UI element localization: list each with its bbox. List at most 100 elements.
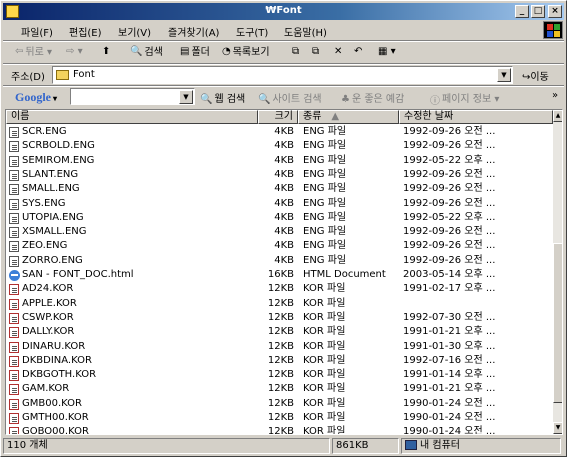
address-input[interactable]: Font ▼ bbox=[52, 66, 513, 84]
file-modified: 1992-07-16 오전 ... bbox=[403, 354, 496, 366]
file-row[interactable]: SCRBOLD.ENG 4KB ENG 파일 1992-09-26 오전 ... bbox=[6, 139, 551, 153]
address-dropdown-button[interactable]: ▼ bbox=[497, 68, 511, 82]
back-button[interactable]: ⇦ 뒤로 ▾ bbox=[15, 44, 52, 60]
delete-button[interactable]: ✕ bbox=[334, 44, 342, 60]
page-info-button[interactable]: ⓘ 페이지 정보 ▾ bbox=[430, 90, 499, 107]
file-type: KOR 파일 bbox=[303, 297, 346, 309]
file-row[interactable]: DKBGOTH.KOR 12KB KOR 파일 1991-01-14 오후 ... bbox=[6, 368, 551, 382]
google-search-input[interactable]: ▼ bbox=[70, 88, 195, 105]
menu-view[interactable]: 보기(V) bbox=[118, 24, 151, 39]
file-size: 12KB bbox=[267, 412, 294, 423]
file-icon bbox=[9, 384, 19, 396]
up-folder-button[interactable]: ⬆ bbox=[102, 44, 110, 60]
menu-favorites[interactable]: 즐겨찾기(A) bbox=[168, 24, 219, 39]
file-name: GOBO00.KOR bbox=[22, 426, 89, 435]
file-icon bbox=[9, 212, 19, 224]
file-row[interactable]: SYS.ENG 4KB ENG 파일 1992-09-26 오전 ... bbox=[6, 197, 551, 211]
file-size: 4KB bbox=[274, 254, 294, 266]
move-to-button[interactable]: ⧉ bbox=[292, 44, 299, 60]
search-button[interactable]: 🔍 검색 bbox=[130, 44, 163, 60]
file-row[interactable]: APPLE.KOR 12KB KOR 파일 bbox=[6, 297, 551, 311]
file-row[interactable]: DALLY.KOR 12KB KOR 파일 1991-01-21 오후 ... bbox=[6, 325, 551, 339]
more-chevron-icon[interactable]: » bbox=[552, 90, 558, 101]
file-size: 4KB bbox=[274, 168, 294, 180]
file-size: 12KB bbox=[267, 369, 294, 381]
file-row[interactable]: GMB00.KOR 12KB KOR 파일 1990-01-24 오전 ... bbox=[6, 397, 551, 411]
file-modified: 2003-05-14 오후 ... bbox=[403, 269, 496, 280]
close-button[interactable]: × bbox=[548, 5, 562, 18]
scroll-up-button[interactable]: ▲ bbox=[553, 110, 562, 122]
file-type: ENG 파일 bbox=[303, 183, 347, 195]
scroll-down-button[interactable]: ▼ bbox=[553, 422, 562, 434]
file-row[interactable]: DKBDINA.KOR 12KB KOR 파일 1992-07-16 오전 ... bbox=[6, 354, 551, 368]
file-row[interactable]: UTOPIA.ENG 4KB ENG 파일 1992-05-22 오후 ... bbox=[6, 211, 551, 225]
web-search-button[interactable]: 🔍 웹 검색 bbox=[200, 90, 245, 106]
file-name: DKBDINA.KOR bbox=[22, 354, 92, 366]
file-type: ENG 파일 bbox=[303, 140, 347, 152]
file-type: HTML Document bbox=[303, 269, 386, 280]
file-icon bbox=[9, 127, 19, 138]
file-type: KOR 파일 bbox=[303, 397, 346, 409]
views-icon: ▦ bbox=[378, 46, 388, 57]
copy-to-button[interactable]: ⧉ bbox=[312, 44, 319, 60]
go-button[interactable]: ↪이동 bbox=[522, 68, 549, 83]
file-modified: 1992-09-26 오전 ... bbox=[403, 254, 496, 266]
file-row[interactable]: ZORRO.ENG 4KB ENG 파일 1992-09-26 오전 ... bbox=[6, 254, 551, 268]
menu-help[interactable]: 도움말(H) bbox=[284, 24, 327, 39]
file-size: 4KB bbox=[274, 154, 294, 166]
feeling-lucky-button[interactable]: ♣ 운 좋은 예감 bbox=[341, 90, 404, 106]
vertical-scrollbar[interactable]: ▲ ▼ bbox=[553, 110, 562, 434]
file-type: ENG 파일 bbox=[303, 254, 347, 266]
forward-button[interactable]: ⇨ ▾ bbox=[66, 44, 83, 60]
file-modified: 1991-01-21 오후 ... bbox=[403, 326, 496, 338]
file-name: DINARU.KOR bbox=[22, 340, 86, 352]
file-name: ZORRO.ENG bbox=[22, 254, 83, 266]
folders-button[interactable]: ▤ 폴더 bbox=[180, 44, 210, 60]
file-row[interactable]: AD24.KOR 12KB KOR 파일 1991-02-17 오후 ... bbox=[6, 282, 551, 296]
minimize-button[interactable]: _ bbox=[515, 5, 529, 18]
file-row[interactable]: SCR.ENG 4KB ENG 파일 1992-09-26 오전 ... bbox=[6, 125, 551, 139]
file-name: SAN - FONT_DOC.html bbox=[22, 269, 134, 280]
file-name: DALLY.KOR bbox=[22, 326, 75, 338]
column-header-name[interactable]: 이름 bbox=[6, 110, 258, 124]
file-row[interactable]: GOBO00.KOR 12KB KOR 파일 1990-01-24 오전 ... bbox=[6, 425, 551, 435]
file-row[interactable]: SAN - FONT_DOC.html 16KB HTML Document 2003… bbox=[6, 268, 551, 282]
site-search-button[interactable]: 🔍 사이트 검색 bbox=[258, 90, 322, 106]
title-bar[interactable]: ₩Font _ □ × bbox=[3, 3, 564, 20]
file-modified: 1992-09-26 오전 ... bbox=[403, 240, 496, 252]
file-size: 4KB bbox=[274, 126, 294, 137]
menu-edit[interactable]: 편집(E) bbox=[69, 24, 102, 39]
column-header-type[interactable]: 종류 ▲ bbox=[298, 110, 399, 124]
file-row[interactable]: DINARU.KOR 12KB KOR 파일 1991-01-30 오후 ... bbox=[6, 340, 551, 354]
history-button[interactable]: ◔ 목록보기 bbox=[222, 44, 270, 60]
file-row[interactable]: SMALL.ENG 4KB ENG 파일 1992-09-26 오전 ... bbox=[6, 182, 551, 196]
views-button[interactable]: ▦ ▾ bbox=[378, 44, 396, 60]
standard-toolbar: ⇦ 뒤로 ▾ ⇨ ▾ ⬆ 🔍 검색 ▤ 폴더 ◔ 목록보기 ⧉ ⧉ ✕ ↶ ▦ ▾ bbox=[3, 41, 564, 63]
column-header-modified[interactable]: 수정한 날짜 bbox=[399, 110, 553, 124]
file-row[interactable]: ZEO.ENG 4KB ENG 파일 1992-09-26 오전 ... bbox=[6, 239, 551, 253]
file-modified: 1992-05-22 오후 ... bbox=[403, 211, 496, 223]
file-size: 12KB bbox=[267, 397, 294, 409]
file-row[interactable]: GMTH00.KOR 12KB KOR 파일 1990-01-24 오전 ... bbox=[6, 411, 551, 425]
file-row[interactable]: SLANT.ENG 4KB ENG 파일 1992-09-26 오전 ... bbox=[6, 168, 551, 182]
file-row[interactable]: GAM.KOR 12KB KOR 파일 1991-01-21 오후 ... bbox=[6, 382, 551, 396]
undo-button[interactable]: ↶ bbox=[354, 44, 362, 60]
file-icon bbox=[9, 413, 19, 424]
file-icon bbox=[9, 312, 19, 324]
file-icon bbox=[9, 427, 19, 434]
menu-file[interactable]: 파일(F) bbox=[21, 24, 53, 39]
column-header-size[interactable]: 크기 bbox=[258, 110, 298, 124]
file-type: KOR 파일 bbox=[303, 369, 346, 381]
file-icon bbox=[9, 169, 19, 181]
file-size: 12KB bbox=[267, 426, 294, 435]
file-list[interactable]: 이름 크기 종류 ▲ 수정한 날짜 SCR.ENG 4KB ENG 파일 1992-09… bbox=[5, 109, 563, 435]
menu-tools[interactable]: 도구(T) bbox=[236, 24, 268, 39]
maximize-button[interactable]: □ bbox=[531, 5, 545, 18]
scroll-thumb[interactable] bbox=[553, 243, 562, 403]
file-row[interactable]: XSMALL.ENG 4KB ENG 파일 1992-09-26 오전 ... bbox=[6, 225, 551, 239]
file-row[interactable]: SEMIROM.ENG 4KB ENG 파일 1992-05-22 오후 ... bbox=[6, 154, 551, 168]
file-row[interactable]: CSWP.KOR 12KB KOR 파일 1992-07-30 오전 ... bbox=[6, 311, 551, 325]
google-logo[interactable]: Google ▾ bbox=[15, 90, 57, 105]
file-icon bbox=[9, 341, 19, 353]
google-dropdown-button[interactable]: ▼ bbox=[179, 90, 193, 104]
